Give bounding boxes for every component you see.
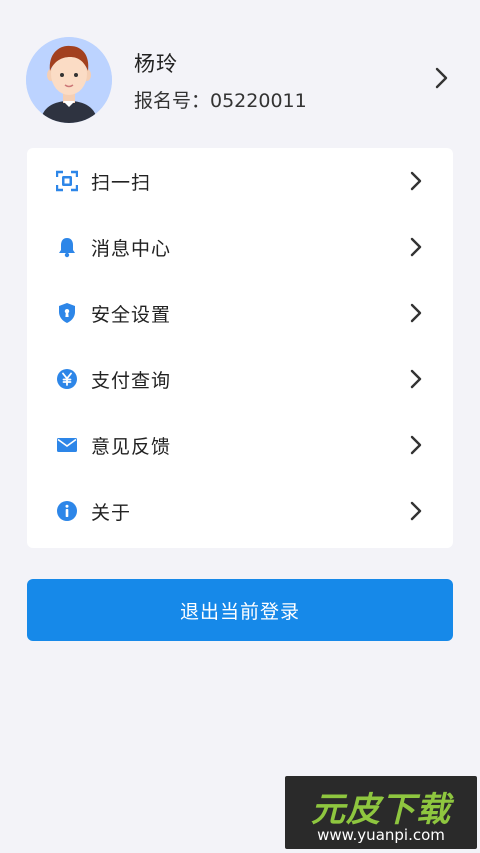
shield-icon (59, 303, 75, 323)
logout-button[interactable]: 退出当前登录 (27, 579, 453, 641)
profile-header[interactable]: 杨玲 报名号：05220011 (0, 30, 480, 130)
menu-item-scan[interactable]: 扫一扫 (27, 148, 453, 214)
user-name: 杨玲 (134, 52, 178, 76)
avatar-illustration (26, 37, 112, 123)
chevron-right-icon (410, 369, 422, 389)
chevron-right-icon (435, 67, 448, 89)
profile-page: 杨玲 报名号：05220011 扫一扫 消息中心 安全设置 支付查询 意见反馈 … (0, 0, 480, 853)
chevron-right-icon (410, 237, 422, 257)
mail-icon (57, 438, 77, 452)
menu-item-payment[interactable]: 支付查询 (27, 346, 453, 412)
menu-item-label: 关于 (91, 502, 132, 524)
menu-item-about[interactable]: 关于 (27, 478, 453, 544)
menu-item-label: 扫一扫 (91, 172, 152, 194)
info-icon (57, 501, 77, 521)
menu-card: 扫一扫 消息中心 安全设置 支付查询 意见反馈 关于 (27, 148, 453, 548)
menu-item-label: 消息中心 (91, 238, 172, 260)
menu-item-label: 意见反馈 (91, 436, 172, 458)
watermark: 元皮下载 www.yuanpi.com (285, 776, 477, 849)
chevron-right-icon (410, 501, 422, 521)
watermark-logo: 元皮下载 (311, 790, 451, 830)
menu-item-label: 安全设置 (91, 304, 172, 326)
registration-number: 报名号：05220011 (134, 90, 307, 112)
menu-item-feedback[interactable]: 意见反馈 (27, 412, 453, 478)
avatar (26, 37, 112, 123)
watermark-url: www.yuanpi.com (317, 826, 445, 844)
bell-icon (59, 238, 75, 258)
chevron-right-icon (410, 435, 422, 455)
yen-icon (57, 369, 77, 389)
menu-item-messages[interactable]: 消息中心 (27, 214, 453, 280)
chevron-right-icon (410, 171, 422, 191)
menu-item-label: 支付查询 (91, 370, 172, 392)
menu-item-security[interactable]: 安全设置 (27, 280, 453, 346)
chevron-right-icon (410, 303, 422, 323)
scan-icon (56, 170, 78, 192)
